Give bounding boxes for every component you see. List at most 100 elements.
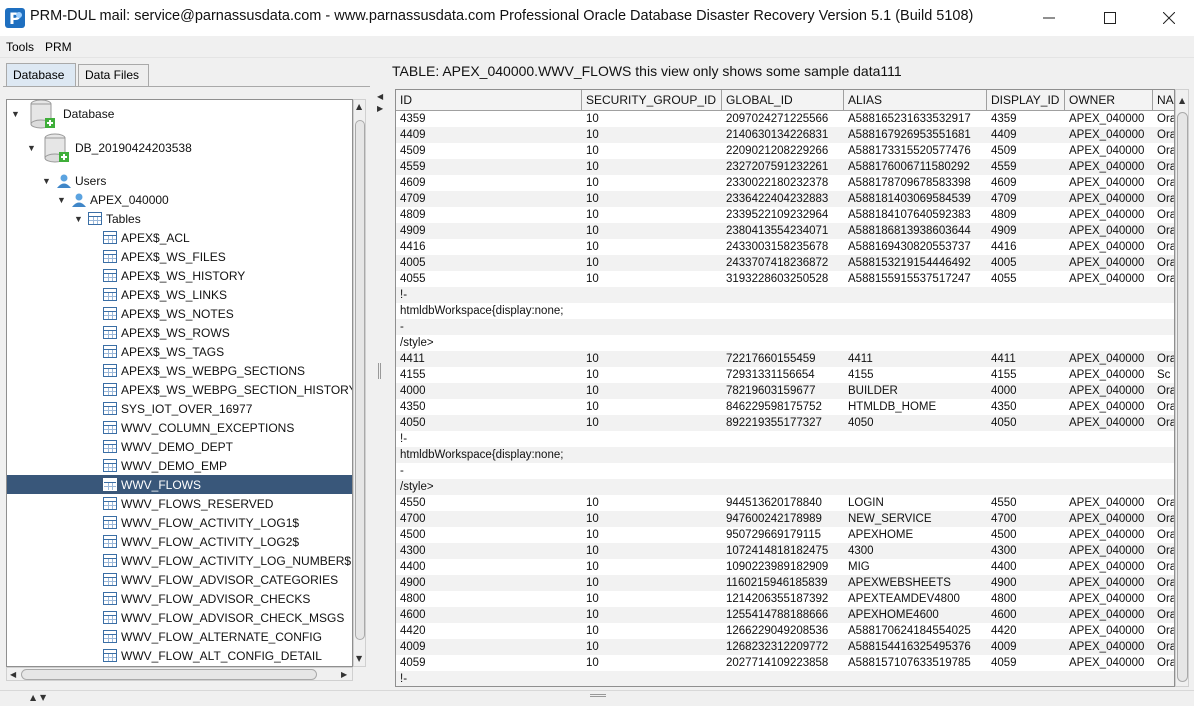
collapse-left-icon[interactable]: ◀: [377, 92, 383, 101]
tree-node-db[interactable]: ▼ DB_20190424203538: [27, 133, 192, 162]
tree-horizontal-scrollbar[interactable]: ◀ ▶: [6, 667, 353, 681]
table-row[interactable]: /style>: [396, 479, 1174, 495]
tree-item-table[interactable]: WWV_COLUMN_EXCEPTIONS: [103, 418, 294, 437]
tree-item-table[interactable]: WWV_FLOWS_RESERVED: [103, 494, 273, 513]
tree-item-table[interactable]: WWV_FLOW_ALT_CONFIG_DETAIL: [103, 646, 322, 665]
table-row[interactable]: 4600 10 1255414788188666 APEXHOME4600 4600 AP…: [396, 607, 1174, 623]
database-tree[interactable]: ▼ Database ▼ DB_20190424203538 ▼ Users ▼…: [6, 99, 353, 667]
tree-item-table[interactable]: WWV_FLOW_ACTIVITY_LOG_NUMBER$: [103, 551, 351, 570]
table-row[interactable]: htmldbWorkspace{display:none;: [396, 447, 1174, 463]
tree-item-table[interactable]: APEX$_WS_TAGS: [103, 342, 224, 361]
table-row[interactable]: 4909 10 2380413554234071 A58818681393860364…: [396, 223, 1174, 239]
collapse-icon[interactable]: ▼: [42, 176, 52, 186]
table-row[interactable]: 4416 10 2433003158235678 A58816943082055373…: [396, 239, 1174, 255]
collapse-icon[interactable]: ▼: [27, 143, 37, 153]
tree-item-table[interactable]: APEX$_ACL: [103, 228, 190, 247]
table-row[interactable]: 4609 10 2330022180232378 A58817870967858339…: [396, 175, 1174, 191]
table-row[interactable]: !-: [396, 431, 1174, 447]
table-row[interactable]: 4800 10 1214206355187392 APEXTEAMDEV4800 480…: [396, 591, 1174, 607]
tree-node-users[interactable]: ▼ Users: [42, 171, 106, 190]
table-row[interactable]: 4900 10 1160215946185839 APEXWEBSHEETS 4900 A…: [396, 575, 1174, 591]
tree-vertical-scrollbar[interactable]: ▲ ▼: [353, 99, 366, 667]
table-row[interactable]: 4700 10 947600242178989 NEW_SERVICE 4700 APEX…: [396, 511, 1174, 527]
expand-right-icon[interactable]: ▶: [377, 104, 383, 113]
collapse-up-icon[interactable]: ▲: [30, 693, 36, 702]
tree-item-table[interactable]: APEX$_WS_ROWS: [103, 323, 230, 342]
tree-item-table[interactable]: WWV_FLOW_ALTERNATE_CONFIG: [103, 627, 322, 646]
tree-vertical-scroll-thumb[interactable]: [355, 120, 365, 640]
tree-node-user[interactable]: ▼ APEX_040000: [57, 190, 169, 209]
table-row[interactable]: 4409 10 2140630134226831 A58816792695355168…: [396, 127, 1174, 143]
tree-item-table[interactable]: WWV_DEMO_DEPT: [103, 437, 233, 456]
table-row[interactable]: 4559 10 2327207591232261 A58817600671158029…: [396, 159, 1174, 175]
tree-item-table[interactable]: APEX$_WS_NOTES: [103, 304, 234, 323]
close-button[interactable]: [1140, 0, 1194, 36]
column-header-na[interactable]: NA: [1153, 90, 1174, 111]
table-row[interactable]: 4709 10 2336422404232883 A58818140306958453…: [396, 191, 1174, 207]
grid-vertical-scrollbar[interactable]: ▲: [1175, 89, 1189, 687]
table-row[interactable]: 4155 10 72931331156654 4155 4155 APEX_040000 S…: [396, 367, 1174, 383]
tree-item-table[interactable]: WWV_FLOW_ACTIVITY_LOG1$: [103, 513, 299, 532]
menu-tools[interactable]: Tools: [6, 40, 34, 54]
column-header-security-group-id[interactable]: SECURITY_GROUP_ID: [582, 90, 722, 111]
table-row[interactable]: 4350 10 846229598175752 HTMLDB_HOME 4350 APEX…: [396, 399, 1174, 415]
scroll-up-icon[interactable]: ▲: [356, 102, 362, 111]
table-row[interactable]: 4300 10 1072414818182475 4300 4300 APEX_04000…: [396, 543, 1174, 559]
table-row[interactable]: 4509 10 2209021208229266 A58817331552057747…: [396, 143, 1174, 159]
table-row[interactable]: 4809 10 2339522109232964 A58818410764059238…: [396, 207, 1174, 223]
table-row[interactable]: 4009 10 1268232312209772 A58815441632549537…: [396, 639, 1174, 655]
tree-item-table[interactable]: WWV_FLOW_ADVISOR_CHECK_MSGS: [103, 608, 344, 627]
column-header-alias[interactable]: ALIAS: [844, 90, 987, 111]
minimize-button[interactable]: [1020, 0, 1078, 36]
tree-item-table[interactable]: SYS_IOT_OVER_16977: [103, 399, 252, 418]
table-row[interactable]: !-: [396, 671, 1174, 686]
column-header-display-id[interactable]: DISPLAY_ID: [987, 90, 1065, 111]
pane-splitter[interactable]: ◀ ▶: [375, 58, 385, 690]
table-row[interactable]: /style>: [396, 335, 1174, 351]
tree-item-table[interactable]: WWV_FLOW_ACTIVITY_LOG2$: [103, 532, 299, 551]
tab-database[interactable]: Database: [6, 63, 76, 86]
tree-item-table[interactable]: APEX$_WS_FILES: [103, 247, 226, 266]
tree-horizontal-scroll-thumb[interactable]: [21, 669, 317, 680]
table-row[interactable]: -: [396, 319, 1174, 335]
collapse-icon[interactable]: ▼: [11, 109, 21, 119]
maximize-button[interactable]: [1081, 0, 1139, 36]
data-grid[interactable]: ID SECURITY_GROUP_ID GLOBAL_ID ALIAS DISPLAY…: [395, 89, 1175, 687]
table-row[interactable]: 4500 10 950729669179115 APEXHOME 4500 APEX_04…: [396, 527, 1174, 543]
table-row[interactable]: 4000 10 78219603159677 BUILDER 4000 APEX_0400…: [396, 383, 1174, 399]
tree-item-table[interactable]: WWV_FLOWS: [7, 475, 352, 494]
table-row[interactable]: 4420 10 1266229049208536 A58817062418455402…: [396, 623, 1174, 639]
table-row[interactable]: 4411 10 72217660155459 4411 4411 APEX_040000 O…: [396, 351, 1174, 367]
tree-item-table[interactable]: WWV_FLOW_ADVISOR_CHECKS: [103, 589, 310, 608]
table-row[interactable]: 4055 10 3193228603250528 A58815591553751724…: [396, 271, 1174, 287]
tab-data-files[interactable]: Data Files: [78, 64, 149, 86]
table-row[interactable]: 4059 10 2027714109223858 A58815710763351978…: [396, 655, 1174, 671]
table-row[interactable]: 4400 10 1090223989182909 MIG 4400 APEX_040000…: [396, 559, 1174, 575]
scroll-left-icon[interactable]: ◀: [10, 670, 16, 679]
collapse-down-icon[interactable]: ▼: [40, 693, 46, 702]
table-row[interactable]: 4550 10 944513620178840 LOGIN 4550 APEX_04000…: [396, 495, 1174, 511]
tree-item-table[interactable]: APEX$_WS_WEBPG_SECTIONS: [103, 361, 305, 380]
tree-item-table[interactable]: WWV_FLOW_ADVISOR_CATEGORIES: [103, 570, 338, 589]
scroll-right-icon[interactable]: ▶: [341, 670, 347, 679]
menu-prm[interactable]: PRM: [45, 40, 72, 54]
column-header-global-id[interactable]: GLOBAL_ID: [722, 90, 844, 111]
tree-node-tables[interactable]: ▼ Tables: [74, 209, 141, 228]
table-row[interactable]: 4050 10 892219355177327 4050 4050 APEX_040000…: [396, 415, 1174, 431]
scroll-down-icon[interactable]: ▼: [356, 654, 362, 663]
table-row[interactable]: -: [396, 463, 1174, 479]
tree-item-table[interactable]: APEX$_WS_LINKS: [103, 285, 227, 304]
tree-node-database[interactable]: ▼ Database: [11, 100, 114, 128]
grid-vertical-scroll-thumb[interactable]: [1177, 112, 1188, 682]
scroll-up-icon[interactable]: ▲: [1179, 96, 1185, 105]
tree-item-table[interactable]: APEX$_WS_WEBPG_SECTION_HISTORY: [103, 380, 352, 399]
table-row[interactable]: 4005 10 2433707418236872 A58815321915444649…: [396, 255, 1174, 271]
table-row[interactable]: !-: [396, 287, 1174, 303]
collapse-icon[interactable]: ▼: [57, 195, 67, 205]
column-header-id[interactable]: ID: [396, 90, 582, 111]
collapse-icon[interactable]: ▼: [74, 214, 84, 224]
tree-item-table[interactable]: WWV_DEMO_EMP: [103, 456, 227, 475]
column-header-owner[interactable]: OWNER: [1065, 90, 1153, 111]
table-row[interactable]: 4359 10 2097024271225566 A58816523163353291…: [396, 111, 1174, 127]
tree-item-table[interactable]: APEX$_WS_HISTORY: [103, 266, 245, 285]
